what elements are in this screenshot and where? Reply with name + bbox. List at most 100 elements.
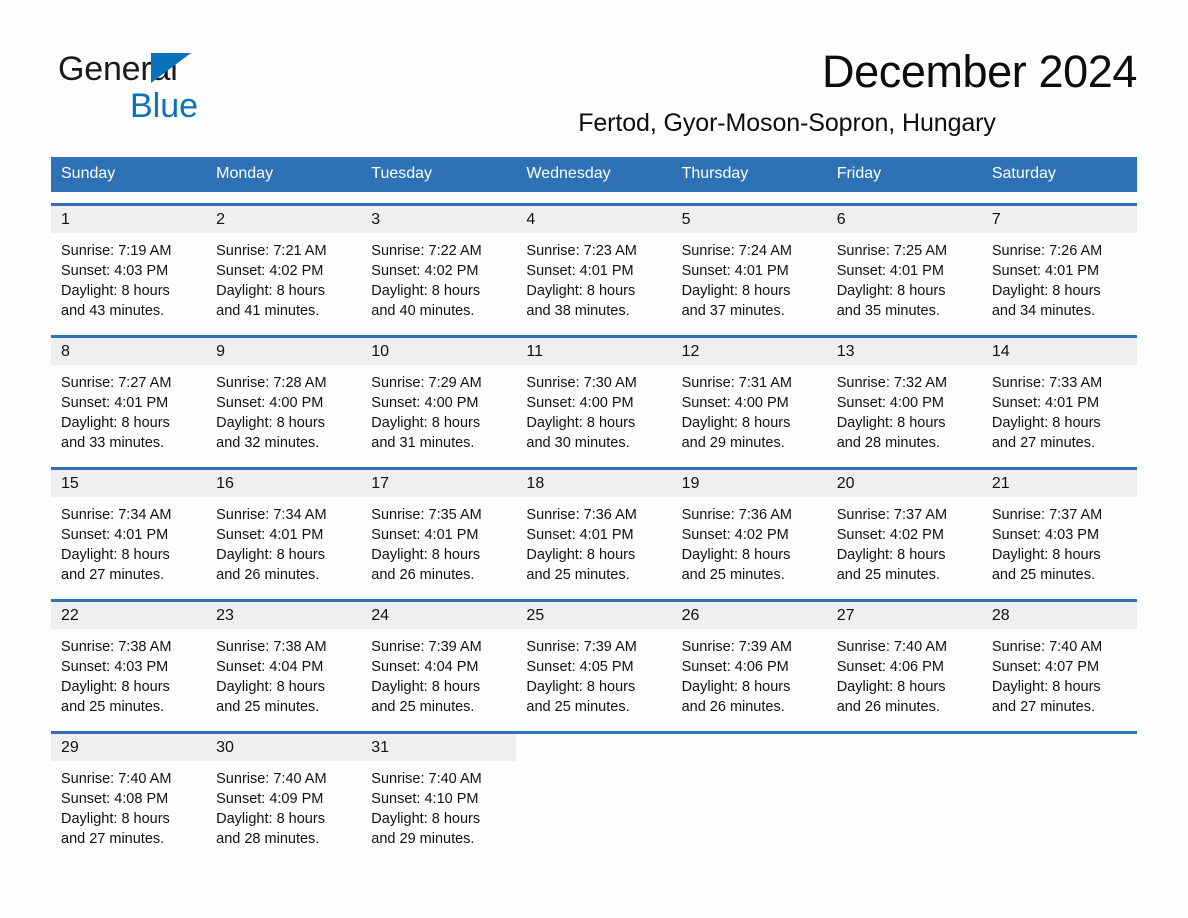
day-cell[interactable]: 8 Sunrise: 7:27 AM Sunset: 4:01 PM Dayli…: [51, 338, 207, 456]
day-cell[interactable]: 15 Sunrise: 7:34 AM Sunset: 4:01 PM Dayl…: [51, 470, 207, 588]
sunset-text: Sunset: 4:03 PM: [991, 527, 1100, 543]
day-cell[interactable]: 14 Sunrise: 7:33 AM Sunset: 4:01 PM Dayl…: [981, 338, 1137, 456]
day-details: Sunrise: 7:19 AM Sunset: 4:03 PM Dayligh…: [51, 233, 206, 321]
daylight-text-line2: and 26 minutes.: [216, 567, 320, 583]
day-details: Sunrise: 7:28 AM Sunset: 4:00 PM Dayligh…: [206, 365, 361, 453]
day-number-band: 14: [981, 338, 1137, 365]
day-cell[interactable]: 4 Sunrise: 7:23 AM Sunset: 4:01 PM Dayli…: [516, 206, 672, 324]
daylight-text-line1: Daylight: 8 hours: [371, 679, 481, 695]
daylight-text-line2: and 27 minutes.: [991, 435, 1096, 451]
day-number-band: 13: [826, 338, 982, 365]
day-cell[interactable]: 26 Sunrise: 7:39 AM Sunset: 4:06 PM Dayl…: [671, 602, 827, 720]
day-cell[interactable]: 16 Sunrise: 7:34 AM Sunset: 4:01 PM Dayl…: [206, 470, 362, 588]
day-number-band: 12: [671, 338, 827, 365]
daylight-text-line2: and 25 minutes.: [61, 699, 165, 715]
day-cell[interactable]: 24 Sunrise: 7:39 AM Sunset: 4:04 PM Dayl…: [361, 602, 517, 720]
day-number-band: 6: [826, 206, 982, 233]
day-details: Sunrise: 7:27 AM Sunset: 4:01 PM Dayligh…: [51, 365, 206, 453]
sunrise-text: Sunrise: 7:32 AM: [836, 375, 948, 391]
daylight-text-line2: and 31 minutes.: [371, 435, 475, 451]
daylight-text-line1: Daylight: 8 hours: [526, 283, 636, 299]
day-details: Sunrise: 7:30 AM Sunset: 4:00 PM Dayligh…: [516, 365, 671, 453]
day-cell[interactable]: 22 Sunrise: 7:38 AM Sunset: 4:03 PM Dayl…: [51, 602, 207, 720]
sunset-text: Sunset: 4:10 PM: [371, 791, 479, 807]
day-cell[interactable]: 30 Sunrise: 7:40 AM Sunset: 4:09 PM Dayl…: [206, 734, 362, 852]
calendar-grid: Sunday Monday Tuesday Wednesday Thursday…: [51, 157, 1137, 852]
day-number-band: 26: [671, 602, 827, 629]
sunrise-text: Sunrise: 7:23 AM: [526, 243, 637, 259]
day-cell[interactable]: 5 Sunrise: 7:24 AM Sunset: 4:01 PM Dayli…: [671, 206, 827, 324]
day-number-band: 16: [206, 470, 362, 497]
day-cell[interactable]: 17 Sunrise: 7:35 AM Sunset: 4:01 PM Dayl…: [361, 470, 517, 588]
sunset-text: Sunset: 4:01 PM: [371, 527, 479, 543]
daylight-text-line2: and 43 minutes.: [61, 303, 165, 319]
sunrise-text: Sunrise: 7:35 AM: [371, 507, 482, 523]
daylight-text-line2: and 41 minutes.: [216, 303, 320, 319]
generalblue-logo[interactable]: General Blue: [58, 52, 318, 123]
day-cell[interactable]: 29 Sunrise: 7:40 AM Sunset: 4:08 PM Dayl…: [51, 734, 207, 852]
day-cell[interactable]: 7 Sunrise: 7:26 AM Sunset: 4:01 PM Dayli…: [981, 206, 1137, 324]
day-cell[interactable]: 25 Sunrise: 7:39 AM Sunset: 4:05 PM Dayl…: [516, 602, 672, 720]
day-cell[interactable]: 6 Sunrise: 7:25 AM Sunset: 4:01 PM Dayli…: [826, 206, 982, 324]
day-number: 9: [216, 343, 226, 360]
daylight-text-line1: Daylight: 8 hours: [681, 679, 791, 695]
daylight-text-line2: and 28 minutes.: [216, 831, 320, 847]
sunset-text: Sunset: 4:00 PM: [371, 395, 479, 411]
page-header: General Blue December 2024 Fertod, Gyor-…: [0, 0, 1188, 137]
day-number-band: 1: [51, 206, 207, 233]
day-cell[interactable]: 27 Sunrise: 7:40 AM Sunset: 4:06 PM Dayl…: [826, 602, 982, 720]
day-details: Sunrise: 7:36 AM Sunset: 4:02 PM Dayligh…: [672, 497, 827, 585]
sunrise-text: Sunrise: 7:22 AM: [371, 243, 482, 259]
day-cell[interactable]: 23 Sunrise: 7:38 AM Sunset: 4:04 PM Dayl…: [206, 602, 362, 720]
day-number-band: [672, 734, 827, 761]
sunrise-text: Sunrise: 7:40 AM: [216, 771, 327, 787]
day-number-band: 10: [361, 338, 517, 365]
day-details: Sunrise: 7:37 AM Sunset: 4:03 PM Dayligh…: [982, 497, 1137, 585]
day-cell[interactable]: 3 Sunrise: 7:22 AM Sunset: 4:02 PM Dayli…: [361, 206, 517, 324]
day-cell[interactable]: 31 Sunrise: 7:40 AM Sunset: 4:10 PM Dayl…: [361, 734, 517, 852]
day-number-band: 3: [361, 206, 517, 233]
sunset-text: Sunset: 4:02 PM: [681, 527, 789, 543]
day-number: 23: [216, 607, 234, 624]
day-cell[interactable]: 10 Sunrise: 7:29 AM Sunset: 4:00 PM Dayl…: [361, 338, 517, 456]
sunset-text: Sunset: 4:00 PM: [216, 395, 324, 411]
day-cell[interactable]: 13 Sunrise: 7:32 AM Sunset: 4:00 PM Dayl…: [826, 338, 982, 456]
day-details: Sunrise: 7:22 AM Sunset: 4:02 PM Dayligh…: [361, 233, 516, 321]
sunset-text: Sunset: 4:01 PM: [216, 527, 324, 543]
day-details: Sunrise: 7:39 AM Sunset: 4:06 PM Dayligh…: [672, 629, 827, 717]
day-cell[interactable]: 11 Sunrise: 7:30 AM Sunset: 4:00 PM Dayl…: [516, 338, 672, 456]
daylight-text-line1: Daylight: 8 hours: [61, 679, 170, 695]
daylight-text-line1: Daylight: 8 hours: [371, 283, 481, 299]
day-cell[interactable]: 2 Sunrise: 7:21 AM Sunset: 4:02 PM Dayli…: [206, 206, 362, 324]
day-cell[interactable]: 20 Sunrise: 7:37 AM Sunset: 4:02 PM Dayl…: [826, 470, 982, 588]
sunset-text: Sunset: 4:05 PM: [526, 659, 634, 675]
sunrise-text: Sunrise: 7:33 AM: [991, 375, 1103, 391]
day-cell[interactable]: 28 Sunrise: 7:40 AM Sunset: 4:07 PM Dayl…: [981, 602, 1137, 720]
day-cell-empty: [516, 734, 671, 852]
weekday-header-thursday: Thursday: [681, 165, 749, 182]
daylight-text-line2: and 40 minutes.: [371, 303, 475, 319]
daylight-text-line2: and 25 minutes.: [526, 567, 630, 583]
day-cell[interactable]: 12 Sunrise: 7:31 AM Sunset: 4:00 PM Dayl…: [671, 338, 827, 456]
day-cell[interactable]: 1 Sunrise: 7:19 AM Sunset: 4:03 PM Dayli…: [51, 206, 207, 324]
day-cell[interactable]: 9 Sunrise: 7:28 AM Sunset: 4:00 PM Dayli…: [206, 338, 362, 456]
sunrise-text: Sunrise: 7:34 AM: [216, 507, 327, 523]
day-number-band: 23: [206, 602, 362, 629]
day-number-band: 28: [981, 602, 1137, 629]
day-details: Sunrise: 7:21 AM Sunset: 4:02 PM Dayligh…: [206, 233, 361, 321]
daylight-text-line2: and 25 minutes.: [836, 567, 940, 583]
title-block: December 2024 Fertod, Gyor-Moson-Sopron,…: [437, 46, 1137, 138]
day-cell[interactable]: 21 Sunrise: 7:37 AM Sunset: 4:03 PM Dayl…: [981, 470, 1137, 588]
calendar-page: General Blue December 2024 Fertod, Gyor-…: [0, 0, 1188, 918]
day-cell[interactable]: 18 Sunrise: 7:36 AM Sunset: 4:01 PM Dayl…: [516, 470, 672, 588]
sunrise-text: Sunrise: 7:37 AM: [836, 507, 948, 523]
sunset-text: Sunset: 4:09 PM: [216, 791, 324, 807]
sunrise-text: Sunrise: 7:38 AM: [61, 639, 172, 655]
day-cell[interactable]: 19 Sunrise: 7:36 AM Sunset: 4:02 PM Dayl…: [671, 470, 827, 588]
sunrise-text: Sunrise: 7:36 AM: [526, 507, 637, 523]
day-number-band: 19: [671, 470, 827, 497]
weekday-header-row: Sunday Monday Tuesday Wednesday Thursday…: [51, 157, 1137, 192]
daylight-text-line2: and 27 minutes.: [61, 831, 165, 847]
day-details: Sunrise: 7:40 AM Sunset: 4:08 PM Dayligh…: [51, 761, 206, 849]
daylight-text-line1: Daylight: 8 hours: [991, 547, 1101, 563]
